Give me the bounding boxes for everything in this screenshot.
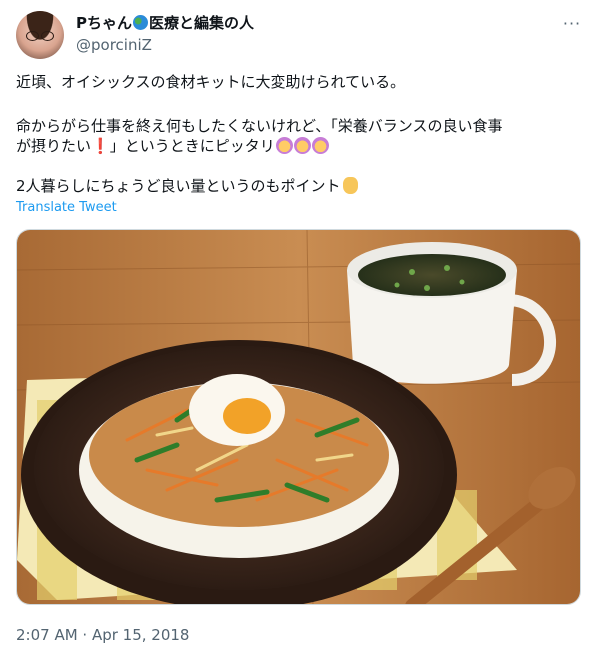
tweet-card: Pちゃん 医療と編集の人 @porciniZ ··· 近頃、オイシックスの食材キッ… (0, 0, 601, 655)
tweet-text-line-4: 2人暮らしにちょうど良い量というのもポイント (16, 176, 586, 196)
user-handle[interactable]: @porciniZ (76, 35, 152, 55)
bibimbap-photo-illustration (17, 230, 580, 604)
tweet-text-line-2: 命からがら仕事を終え何もしたくないけれど、「栄養バランスの良い食事 (16, 117, 503, 135)
display-name-prefix: Pちゃん (76, 14, 132, 32)
tweet-text-line-1: 近頃、オイシックスの食材キットに大変助けられている。 (16, 73, 406, 91)
tweet-text-line-3: が摂りたい❗」というときにピッタリ (16, 136, 586, 156)
display-name[interactable]: Pちゃん 医療と編集の人 (76, 13, 254, 33)
avatar-glasses (26, 31, 54, 41)
tweet-timestamp[interactable]: 2:07 AM · Apr 15, 2018 (16, 625, 189, 645)
exclamation-icon: ❗ (91, 137, 110, 155)
face-with-hands-icon (293, 137, 311, 154)
face-with-hands-icon (311, 137, 329, 154)
tweet-text-line-3-end: 」というときにピッタリ (109, 137, 275, 155)
display-name-suffix: 医療と編集の人 (149, 14, 255, 32)
more-options-icon[interactable]: ··· (558, 12, 586, 36)
tweet-text-line-3-start: が摂りたい (16, 137, 92, 155)
tweet-text-line-4-text: 2人暮らしにちょうど良い量というのもポイント (16, 177, 341, 195)
ok-hand-icon (342, 177, 358, 194)
tweet-photo[interactable] (16, 229, 581, 605)
face-with-hands-icon (275, 137, 293, 154)
globe-icon (133, 15, 148, 30)
translate-tweet-link[interactable]: Translate Tweet (16, 199, 117, 217)
avatar[interactable] (16, 11, 64, 59)
